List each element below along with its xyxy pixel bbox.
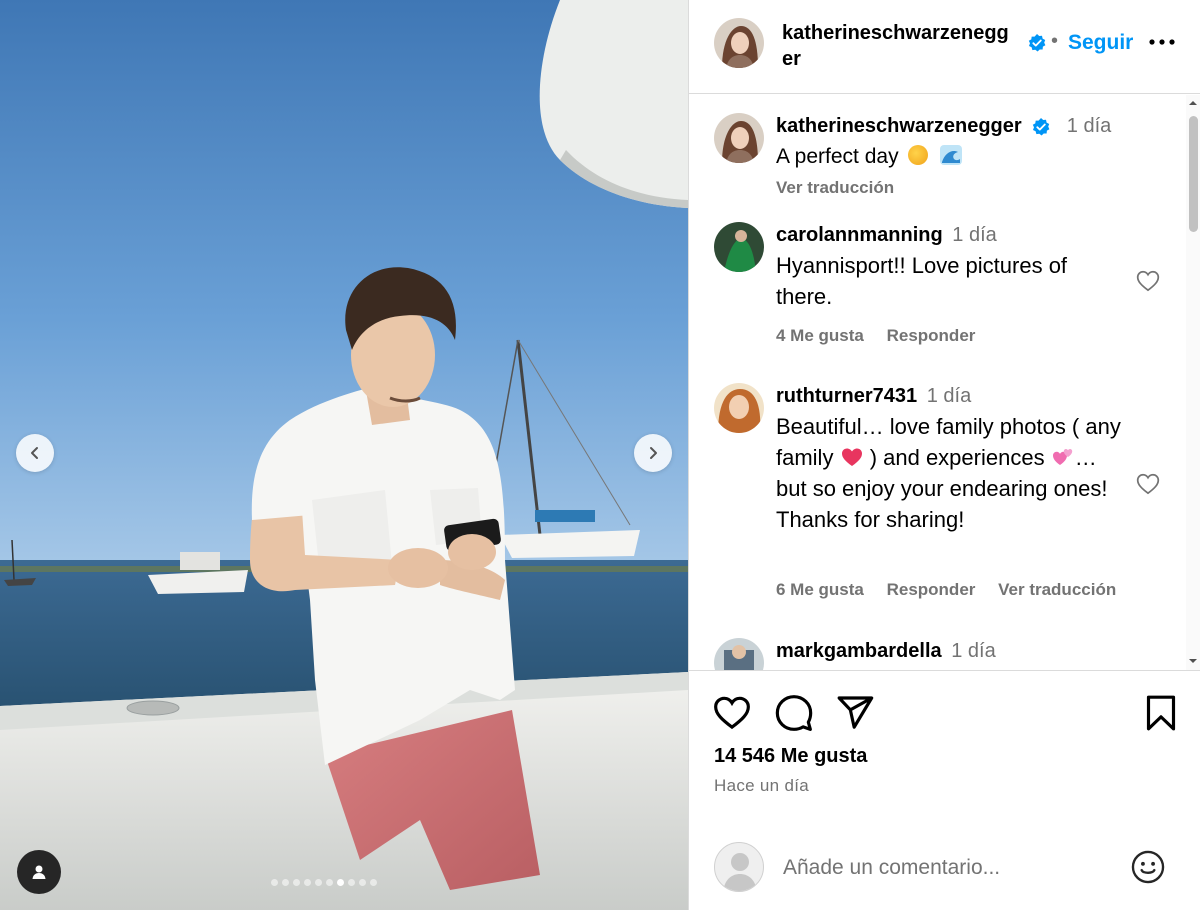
carousel-next-button[interactable] [634, 434, 672, 472]
comment-meta: 4 Me gusta Responder [776, 325, 993, 347]
scrollbar-thumb[interactable] [1189, 116, 1198, 232]
reply-button[interactable]: Responder [887, 326, 976, 345]
caption-meta: Ver traducción [776, 177, 912, 199]
comment-time[interactable]: 1 día [951, 640, 995, 662]
comment-time[interactable]: 1 día [952, 224, 996, 246]
share-send-icon[interactable] [835, 693, 875, 733]
more-options-button[interactable] [1146, 28, 1178, 56]
comment-username-line: ruthturner7431 1 día [776, 383, 971, 409]
default-avatar-icon [723, 853, 757, 891]
carousel-dot [337, 879, 344, 886]
post-actions: 14 546 Me gusta Hace un día [689, 670, 1200, 830]
likes-count[interactable]: 14 546 Me gusta [714, 745, 867, 768]
caption-text: A perfect day [776, 141, 1126, 172]
add-comment-bar [689, 830, 1200, 910]
avatar-image [714, 383, 764, 433]
scroll-down-arrow-icon[interactable] [1188, 656, 1198, 666]
current-user-avatar [714, 842, 764, 892]
avatar-image [714, 222, 764, 272]
tagged-users-button[interactable] [17, 850, 61, 894]
carousel-dot [315, 879, 322, 886]
author-username[interactable]: katherineschwarzenegger [782, 20, 1018, 72]
caption-time[interactable]: 1 día [1067, 115, 1111, 137]
carousel-dot [304, 879, 311, 886]
translate-link[interactable]: Ver traducción [776, 178, 894, 197]
carousel-dot [359, 879, 366, 886]
commenter-avatar[interactable] [714, 638, 764, 670]
comment-username[interactable]: ruthturner7431 [776, 385, 917, 407]
save-bookmark-icon[interactable] [1141, 693, 1181, 733]
post-sidebar: katherineschwarzenegger • Seguir katheri… [688, 0, 1200, 910]
comment-text-part2: ) and experiences [863, 445, 1045, 470]
verified-badge-icon [1031, 117, 1051, 137]
comment-username-line: carolannmanning 1 día [776, 222, 997, 248]
header-separator: • [1051, 30, 1059, 52]
scroll-up-arrow-icon[interactable] [1188, 98, 1198, 108]
carousel-dot [348, 879, 355, 886]
carousel-indicator [271, 879, 377, 886]
comment-input[interactable] [783, 852, 1113, 884]
author-avatar[interactable] [714, 113, 764, 163]
post-header: katherineschwarzenegger • Seguir [689, 0, 1200, 94]
user-tag-icon [32, 865, 46, 879]
like-button-heart-icon[interactable] [712, 693, 752, 733]
comment-username-line: markgambardella 1 día [776, 638, 996, 664]
comment-text: Hyannisport!! Love pictures of there. [776, 253, 1068, 309]
like-comment-heart-icon[interactable] [1135, 268, 1161, 294]
avatar-image [714, 18, 764, 68]
carousel-dot [271, 879, 278, 886]
reply-button[interactable]: Responder [887, 580, 976, 599]
comment-likes[interactable]: 6 Me gusta [776, 580, 864, 599]
like-comment-heart-icon[interactable] [1135, 471, 1161, 497]
carousel-dot [326, 879, 333, 886]
comment-time[interactable]: 1 día [927, 385, 971, 407]
comment-button-icon[interactable] [774, 693, 814, 733]
comment-meta: 6 Me gusta Responder Ver traducción [776, 579, 1134, 601]
translate-link[interactable]: Ver traducción [998, 580, 1116, 599]
post-timestamp[interactable]: Hace un día [714, 776, 809, 796]
carousel-prev-button[interactable] [16, 434, 54, 472]
comment-likes[interactable]: 4 Me gusta [776, 326, 864, 345]
chevron-right-icon [650, 447, 657, 459]
carousel-dot [370, 879, 377, 886]
commenter-avatar[interactable] [714, 383, 764, 433]
caption-username[interactable]: katherineschwarzenegger [776, 115, 1022, 137]
author-avatar[interactable] [714, 18, 764, 68]
smiley-emoji-icon[interactable] [1129, 848, 1167, 886]
avatar-image [714, 638, 764, 670]
heart-emoji-icon [841, 448, 862, 466]
comment-text: Beautiful… love family photos ( any fami… [776, 411, 1126, 535]
two-hearts-emoji-icon [1052, 449, 1072, 465]
comments-list[interactable]: katherineschwarzenegger 1 día A perfect … [689, 95, 1200, 670]
chevron-left-icon [31, 447, 38, 459]
comment-username[interactable]: carolannmanning [776, 224, 943, 246]
caption-username-line: katherineschwarzenegger 1 día [776, 113, 1111, 139]
carousel-dot [282, 879, 289, 886]
more-horizontal-icon [1149, 39, 1175, 45]
post-photo[interactable] [0, 0, 688, 910]
avatar-image [714, 113, 764, 163]
carousel-dot [293, 879, 300, 886]
wave-emoji-icon [940, 145, 963, 165]
verified-badge-icon [1027, 33, 1047, 53]
follow-button[interactable]: Seguir [1068, 31, 1133, 55]
comment-username[interactable]: markgambardella [776, 640, 942, 662]
commenter-avatar[interactable] [714, 222, 764, 272]
sun-emoji-icon [908, 145, 929, 165]
boat-scene-image [0, 0, 688, 910]
caption-body: A perfect day [776, 145, 899, 168]
